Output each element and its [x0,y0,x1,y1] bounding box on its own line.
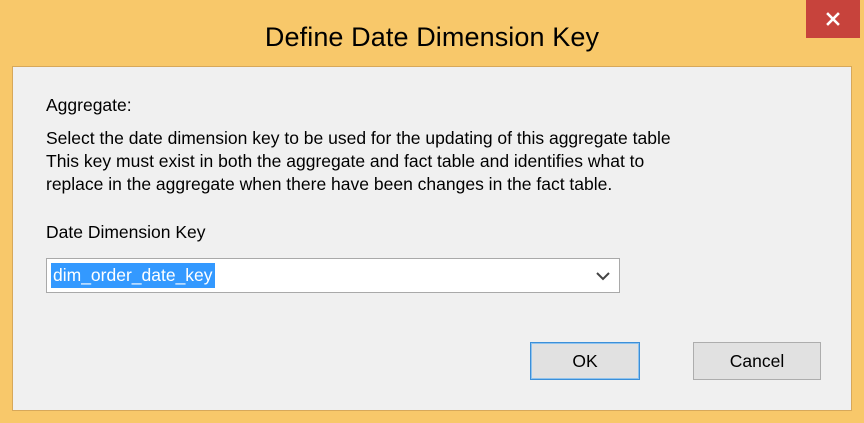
cancel-button[interactable]: Cancel [693,342,821,380]
description-text: Select the date dimension key to be used… [46,127,836,196]
description-line: This key must exist in both the aggregat… [46,151,645,171]
date-dimension-key-label: Date Dimension Key [46,222,206,242]
dialog-window: Define Date Dimension Key Aggregate: Sel… [0,0,864,423]
aggregate-label: Aggregate: [46,95,132,115]
dialog-body: Aggregate: Select the date dimension key… [12,66,852,411]
chevron-down-icon[interactable] [595,269,611,283]
dialog-title: Define Date Dimension Key [264,22,600,52]
ok-button[interactable]: OK [530,342,640,380]
date-dimension-key-select[interactable]: dim_order_date_key [46,258,620,293]
description-line: replace in the aggregate when there have… [46,174,613,194]
description-line: Select the date dimension key to be used… [46,128,671,148]
selected-value: dim_order_date_key [51,263,215,288]
close-button[interactable] [806,0,860,38]
close-icon [826,12,840,26]
